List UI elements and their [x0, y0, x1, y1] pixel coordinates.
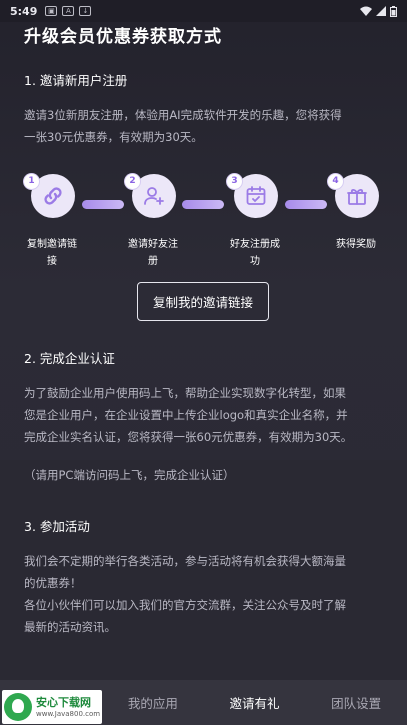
copy-invite-link-button[interactable]: 复制我的邀请链接: [137, 282, 269, 321]
section3-line: 我们会不定期的举行各类活动，参与活动将有机会获得大额海量: [24, 554, 346, 568]
tab-my-apps[interactable]: 我的应用: [102, 693, 204, 712]
section3-line: 的优惠券！: [24, 576, 82, 590]
signal-icon: [376, 6, 386, 16]
link-icon: [44, 187, 62, 205]
watermark-logo: 安心下载网 www.Java800.com: [2, 690, 102, 724]
tab-invite-rewards[interactable]: 邀请有礼: [204, 693, 306, 712]
add-user-icon: [144, 187, 164, 205]
status-time: 5:49: [10, 4, 38, 18]
watermark-main: 安心下载网: [36, 695, 91, 709]
page-title: 升级会员优惠券获取方式: [24, 27, 222, 47]
step-connector: [182, 200, 224, 209]
section2-note: （请用PC端访问码上飞，完成企业认证）: [24, 468, 235, 482]
status-bar: 5:49 ▣ A ↓: [0, 0, 407, 22]
step-connector: [82, 200, 124, 209]
step-4-number: 4: [328, 174, 343, 189]
section2-line: 您是企业用户，在企业设置中上传企业logo和真实企业名称，并: [24, 408, 348, 422]
section3-title: 3. 参加活动: [24, 519, 90, 534]
watermark-sub: www.Java800.com: [36, 709, 101, 718]
gift-icon: [347, 188, 367, 205]
section3-line: 各位小伙伴们可以加入我们的官方交流群，关注公众号及时了解: [24, 598, 346, 612]
step-2-label: 邀请好友注 册: [121, 236, 185, 270]
a-icon: A: [62, 6, 75, 16]
section2-title: 2. 完成企业认证: [24, 351, 115, 366]
step-connector: [285, 200, 327, 209]
step-2-number: 2: [125, 174, 140, 189]
section2-line: 为了鼓励企业用户使用码上飞，帮助企业实现数字化转型，如果: [24, 386, 346, 400]
section1-title: 1. 邀请新用户注册: [24, 73, 128, 88]
tab-team-settings[interactable]: 团队设置: [305, 693, 407, 712]
status-right: [360, 5, 397, 17]
calendar-check-icon: [246, 186, 266, 205]
watermark-text: 安心下载网 www.Java800.com: [36, 696, 100, 719]
section1-text: 邀请3位新朋友注册，体验用AI完成软件开发的乐趣，您将获得 一张30元优惠券，有…: [24, 104, 386, 148]
section2-text: 为了鼓励企业用户使用码上飞，帮助企业实现数字化转型，如果 您是企业用户，在企业设…: [24, 382, 386, 448]
step-4-label-line: 获得奖励: [336, 239, 376, 250]
step-3-label: 好友注册成 功: [223, 236, 287, 270]
section1-line: 邀请3位新朋友注册，体验用AI完成软件开发的乐趣，您将获得: [24, 108, 342, 122]
step-2-label-line: 册: [148, 256, 158, 267]
step-1-label-line: 复制邀请链: [27, 239, 77, 250]
step-1-label-line: 接: [47, 256, 57, 267]
step-3-number: 3: [227, 174, 242, 189]
page: 5:49 ▣ A ↓ 升级会员优惠券获取方式 1. 邀请新用户注册 邀请3位新朋…: [0, 0, 407, 725]
step-1-label: 复制邀请链 接: [20, 236, 84, 270]
step-1-number: 1: [24, 174, 39, 189]
section3-line: 最新的活动资讯。: [24, 620, 116, 634]
step-3-label-line: 功: [250, 256, 260, 267]
section1-line: 一张30元优惠券，有效期为30天。: [24, 130, 203, 144]
step-4-label: 获得奖励: [324, 236, 388, 253]
watermark-logo-icon: [4, 693, 32, 721]
step-3-label-line: 好友注册成: [230, 239, 280, 250]
app-icon: ▣: [45, 6, 58, 16]
battery-icon: [390, 5, 397, 17]
section2-line: 完成企业实名认证，您将获得一张60元优惠券，有效期为30天。: [24, 430, 353, 444]
wifi-icon: [360, 6, 372, 16]
download-icon: ↓: [79, 6, 92, 16]
step-2-label-line: 邀请好友注: [128, 239, 178, 250]
section3-text: 我们会不定期的举行各类活动，参与活动将有机会获得大额海量 的优惠券！ 各位小伙伴…: [24, 550, 386, 638]
